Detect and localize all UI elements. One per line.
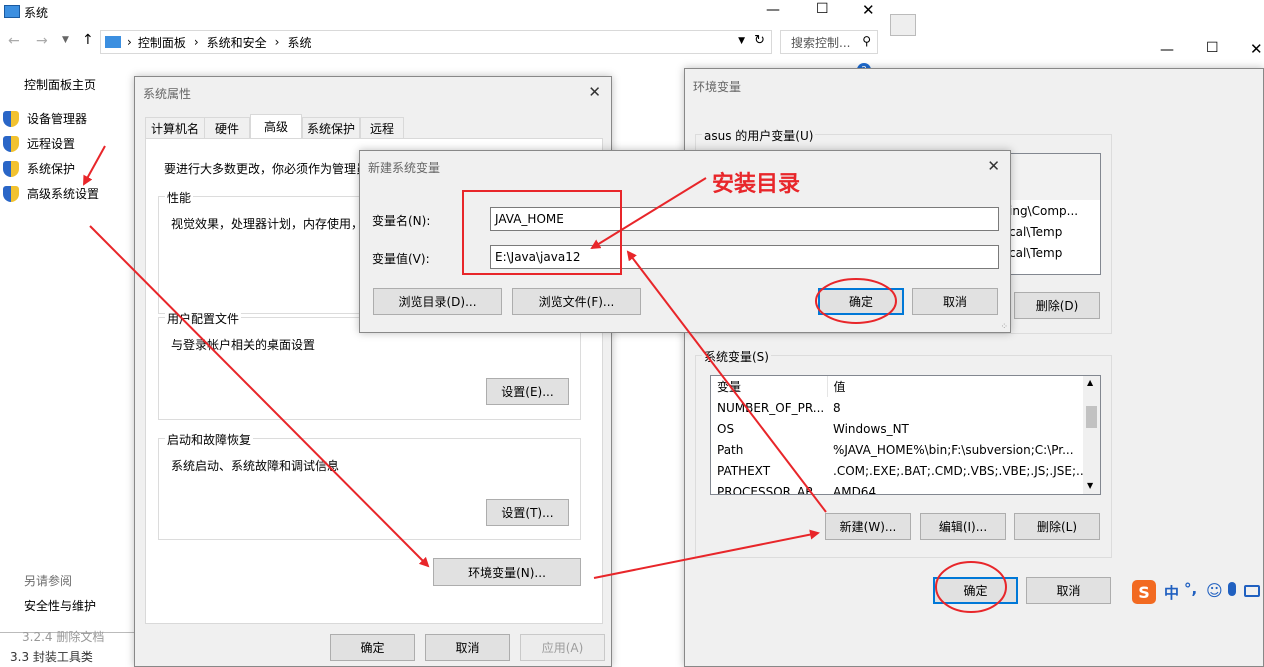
keyboard-icon[interactable] <box>1244 585 1260 597</box>
annotation-circle-env-ok <box>935 561 1007 613</box>
punctuation-icon[interactable]: °, <box>1184 580 1197 598</box>
ime-mode[interactable]: 中 <box>1164 582 1179 603</box>
annotation-label: 安装目录 <box>712 171 801 197</box>
ime-toolbar: S 中 °, ☺ <box>1130 578 1264 608</box>
annotation-arrow <box>590 177 707 250</box>
annotation-overlay <box>83 145 1007 613</box>
annotation-box <box>462 190 622 275</box>
microphone-icon[interactable] <box>1228 582 1236 596</box>
annotation-arrow <box>83 145 106 186</box>
annotation-arrow <box>593 529 820 579</box>
annotation-arrow <box>626 250 827 513</box>
emoji-icon[interactable]: ☺ <box>1206 581 1223 600</box>
sogou-icon[interactable]: S <box>1132 580 1156 604</box>
annotation-arrow <box>89 225 430 568</box>
annotation-circle-ok <box>815 278 897 324</box>
